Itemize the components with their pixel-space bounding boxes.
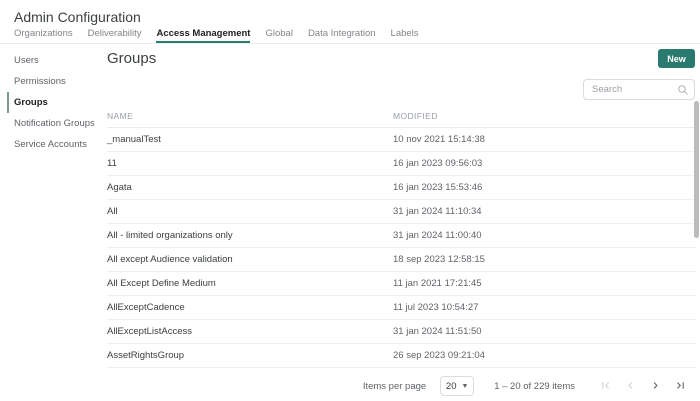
group-name-cell: All Except Define Medium	[107, 278, 393, 289]
sidebar-item-service-accounts[interactable]: Service Accounts	[0, 134, 96, 155]
tab-organizations[interactable]: Organizations	[14, 28, 73, 43]
group-name-cell: All - limited organizations only	[107, 230, 393, 241]
tab-data-integration[interactable]: Data Integration	[308, 28, 376, 43]
table-row[interactable]: All - limited organizations only31 jan 2…	[107, 224, 695, 248]
tab-labels[interactable]: Labels	[391, 28, 419, 43]
last-page-icon	[674, 379, 687, 392]
chevron-down-icon: ▼	[462, 383, 469, 390]
sidebar-item-permissions[interactable]: Permissions	[0, 71, 96, 92]
last-page-button[interactable]	[672, 378, 688, 394]
group-modified-cell: 11 jan 2021 17:21:45	[393, 278, 482, 289]
table-row[interactable]: All except Audience validation18 sep 202…	[107, 248, 695, 272]
group-modified-cell: 26 sep 2023 09:21:04	[393, 350, 485, 361]
table-header-row: NAME MODIFIED	[107, 104, 695, 128]
table-row[interactable]: _manualTest10 nov 2021 15:14:38	[107, 128, 695, 152]
group-name-cell: _manualTest	[107, 134, 393, 145]
groups-table: NAME MODIFIED _manualTest10 nov 2021 15:…	[107, 104, 695, 368]
pager-controls	[597, 378, 688, 394]
group-modified-cell: 18 sep 2023 12:58:15	[393, 254, 485, 265]
chevron-left-icon	[624, 379, 637, 392]
vertical-scrollbar-thumb[interactable]	[694, 101, 699, 238]
tab-deliverability[interactable]: Deliverability	[88, 28, 142, 43]
first-page-button[interactable]	[597, 378, 613, 394]
first-page-icon	[599, 379, 612, 392]
new-button[interactable]: New	[658, 49, 695, 68]
group-name-cell: All	[107, 206, 393, 217]
section-title: Groups	[107, 50, 156, 67]
table-row[interactable]: All Except Define Medium11 jan 2021 17:2…	[107, 272, 695, 296]
table-body: _manualTest10 nov 2021 15:14:381116 jan …	[107, 128, 695, 368]
sidebar: UsersPermissionsGroupsNotification Group…	[0, 50, 96, 155]
group-modified-cell: 31 jan 2024 11:51:50	[393, 326, 482, 337]
group-modified-cell: 16 jan 2023 09:56:03	[393, 158, 482, 169]
group-name-cell: 11	[107, 158, 393, 169]
search-box	[583, 79, 695, 100]
table-row[interactable]: AllExceptCadence11 jul 2023 10:54:27	[107, 296, 695, 320]
search-icon[interactable]	[677, 83, 689, 95]
chevron-right-icon	[649, 379, 662, 392]
items-per-page-label: Items per page	[363, 381, 426, 392]
table-row[interactable]: AssetRightsGroup26 sep 2023 09:21:04	[107, 344, 695, 368]
pagination-range-text: 1 – 20 of 229 items	[494, 381, 575, 392]
tab-bar: Organizations Deliverability Access Manage…	[0, 27, 700, 44]
column-header-name: NAME	[107, 111, 393, 121]
group-name-cell: AssetRightsGroup	[107, 350, 393, 361]
group-name-cell: AllExceptListAccess	[107, 326, 393, 337]
column-header-modified: MODIFIED	[393, 111, 438, 121]
group-modified-cell: 10 nov 2021 15:14:38	[393, 134, 485, 145]
page-title: Admin Configuration	[14, 9, 141, 25]
table-row[interactable]: All31 jan 2024 11:10:34	[107, 200, 695, 224]
group-modified-cell: 16 jan 2023 15:53:46	[393, 182, 482, 193]
group-name-cell: All except Audience validation	[107, 254, 393, 265]
admin-configuration-page: Admin Configuration Organizations Deliver…	[0, 0, 700, 401]
group-modified-cell: 11 jul 2023 10:54:27	[393, 302, 478, 313]
table-row[interactable]: AllExceptListAccess31 jan 2024 11:51:50	[107, 320, 695, 344]
previous-page-button[interactable]	[622, 378, 638, 394]
pagination-bar: Items per page 20 ▼ 1 – 20 of 229 items	[363, 374, 688, 398]
table-row[interactable]: 1116 jan 2023 09:56:03	[107, 152, 695, 176]
group-name-cell: Agata	[107, 182, 393, 193]
group-name-cell: AllExceptCadence	[107, 302, 393, 313]
items-per-page-value: 20	[446, 381, 457, 392]
tab-access-management[interactable]: Access Management	[156, 28, 250, 43]
group-modified-cell: 31 jan 2024 11:00:40	[393, 230, 482, 241]
sidebar-item-users[interactable]: Users	[0, 50, 96, 71]
sidebar-item-notification-groups[interactable]: Notification Groups	[0, 113, 96, 134]
table-row[interactable]: Agata16 jan 2023 15:53:46	[107, 176, 695, 200]
group-modified-cell: 31 jan 2024 11:10:34	[393, 206, 482, 217]
sidebar-item-groups[interactable]: Groups	[7, 92, 96, 113]
next-page-button[interactable]	[647, 378, 663, 394]
items-per-page-select[interactable]: 20 ▼	[440, 376, 474, 396]
tab-global[interactable]: Global	[265, 28, 292, 43]
